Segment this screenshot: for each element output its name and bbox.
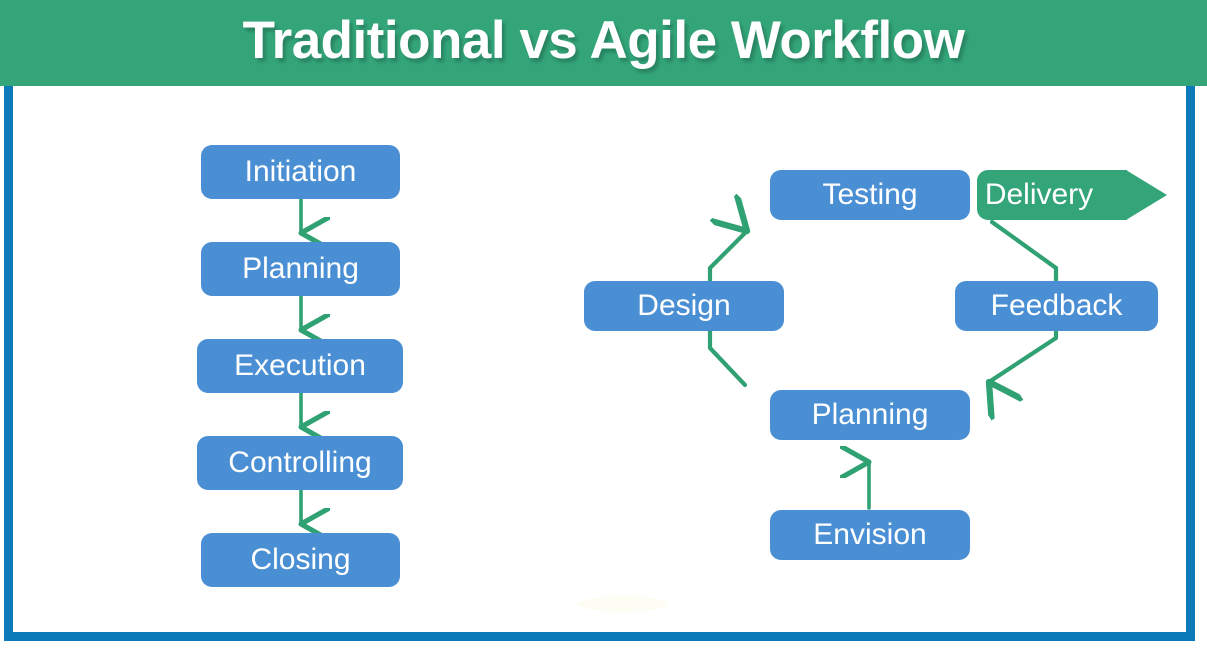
node-planning-agile[interactable]: Planning (770, 390, 970, 440)
node-design[interactable]: Design (584, 281, 784, 331)
diagram-canvas: Initiation Planning Execution Controllin… (0, 0, 1207, 653)
node-label: Design (637, 289, 731, 322)
node-planning-traditional[interactable]: Planning (201, 242, 400, 296)
node-initiation[interactable]: Initiation (201, 145, 400, 199)
chevron-arrow-tip (1126, 170, 1167, 220)
workflow-infographic: Traditional vs Agile Workflow Initiation… (0, 0, 1207, 653)
node-controlling[interactable]: Controlling (197, 436, 403, 490)
node-label: Planning (811, 398, 929, 431)
node-label: Delivery (984, 178, 1094, 211)
node-label: Execution (234, 349, 366, 382)
node-testing[interactable]: Testing (770, 170, 970, 220)
faint-artifact (578, 596, 668, 612)
node-delivery[interactable]: Delivery (977, 170, 1167, 220)
node-label: Feedback (990, 289, 1123, 322)
node-label: Controlling (228, 446, 372, 479)
node-label: Testing (822, 178, 918, 211)
node-envision[interactable]: Envision (770, 510, 970, 560)
node-label: Initiation (244, 155, 357, 188)
node-label: Closing (250, 543, 351, 576)
node-label: Envision (813, 518, 927, 551)
node-label: Planning (242, 252, 359, 285)
node-feedback[interactable]: Feedback (955, 281, 1158, 331)
node-execution[interactable]: Execution (197, 339, 403, 393)
node-closing[interactable]: Closing (201, 533, 400, 587)
